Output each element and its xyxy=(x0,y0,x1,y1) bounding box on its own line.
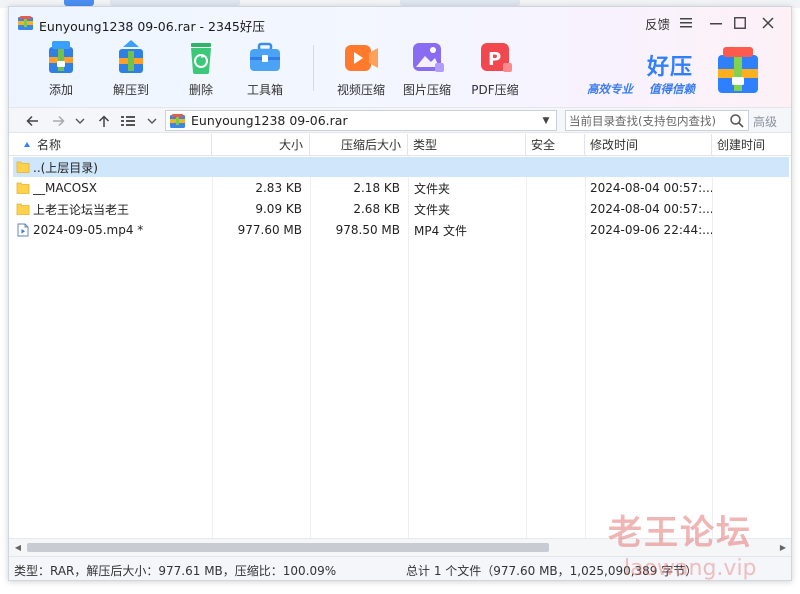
app-window: Eunyoung1238 09-06.rar - 2345好压 反馈 添加 解压… xyxy=(8,6,792,581)
add-archive-icon xyxy=(49,41,73,73)
folder-icon xyxy=(16,161,30,173)
file-name: __MACOSX xyxy=(33,181,98,195)
window-title: Eunyoung1238 09-06.rar - 2345好压 xyxy=(39,19,265,34)
svg-text:P: P xyxy=(488,49,501,70)
file-packed-size: 978.50 MB xyxy=(335,223,400,237)
extract-button[interactable]: 解压到 xyxy=(101,37,161,103)
file-list: 名称 大小 压缩后大小 类型 安全 修改时间 创建时间 ..(上层目录) __M… xyxy=(9,134,791,538)
column-label: 修改时间 xyxy=(590,138,639,152)
watermark-text: 老王论坛 xyxy=(608,513,752,553)
brand-slogan: 值得信赖 xyxy=(649,82,695,96)
column-header-name[interactable]: 名称 xyxy=(9,134,212,156)
file-name: 上老王论坛当老王 xyxy=(33,202,130,217)
column-label: 名称 xyxy=(37,138,62,152)
column-label: 安全 xyxy=(531,138,556,152)
extract-icon xyxy=(119,40,143,73)
navigation-bar: Eunyoung1238 09-06.rar ▼ 高级 xyxy=(9,107,791,133)
search-box[interactable] xyxy=(565,110,749,131)
file-packed-size: 2.18 KB xyxy=(353,181,400,195)
brand-area: 好压 高效专业 值得信赖 xyxy=(579,47,784,103)
minimize-icon[interactable] xyxy=(705,13,727,33)
search-input[interactable] xyxy=(569,111,729,130)
menu-icon[interactable] xyxy=(675,13,697,33)
maximize-icon[interactable] xyxy=(729,13,751,33)
back-icon[interactable] xyxy=(23,111,41,131)
column-header-modified[interactable]: 修改时间 xyxy=(585,134,712,156)
scroll-left-icon[interactable]: ◀ xyxy=(12,541,24,553)
up-directory-icon[interactable] xyxy=(95,111,113,131)
column-label: 类型 xyxy=(413,138,438,152)
column-header-type[interactable]: 类型 xyxy=(408,134,526,156)
search-icon[interactable] xyxy=(729,113,745,129)
path-text: Eunyoung1238 09-06.rar xyxy=(191,113,348,128)
add-button[interactable]: 添加 xyxy=(31,37,91,103)
table-row[interactable]: ..(上层目录) xyxy=(13,157,789,177)
advanced-search-button[interactable]: 高级 xyxy=(753,113,777,130)
image-compress-button[interactable]: 图片压缩 xyxy=(397,37,457,103)
folder-icon xyxy=(16,182,30,194)
extract-label: 解压到 xyxy=(112,83,149,97)
pdf-compress-button[interactable]: P PDF压缩 xyxy=(465,37,525,103)
brand-logo-icon xyxy=(718,47,758,93)
forward-icon[interactable] xyxy=(49,111,67,131)
file-modified: 2024-09-06 22:44:... xyxy=(590,223,712,237)
toolbox-label: 工具箱 xyxy=(246,83,283,97)
file-type: 文件夹 xyxy=(414,181,451,196)
scrollbar-thumb[interactable] xyxy=(27,543,549,552)
file-modified: 2024-08-04 00:57:... xyxy=(590,181,712,195)
archive-info: 类型：RAR，解压后大小：977.61 MB，压缩比：100.09% xyxy=(14,564,337,578)
path-dropdown-icon[interactable]: ▼ xyxy=(538,112,554,129)
image-compress-icon xyxy=(413,43,444,72)
pdf-compress-label: PDF压缩 xyxy=(471,83,519,97)
file-type: MP4 文件 xyxy=(414,223,468,238)
video-compress-button[interactable]: 视频压缩 xyxy=(331,37,391,103)
close-icon[interactable] xyxy=(757,13,779,33)
delete-button[interactable]: 删除 xyxy=(171,37,231,103)
add-label: 添加 xyxy=(48,83,73,97)
sort-up-icon xyxy=(24,141,30,147)
table-row[interactable]: 2024-09-05.mp4 * 977.60 MB 978.50 MB MP4… xyxy=(13,220,789,240)
table-row[interactable]: __MACOSX 2.83 KB 2.18 KB 文件夹 2024-08-04 … xyxy=(13,178,789,198)
history-dropdown-icon[interactable] xyxy=(71,111,89,131)
column-label: 大小 xyxy=(278,138,303,152)
app-icon xyxy=(18,16,33,30)
watermark-url: laowang.vip xyxy=(624,556,757,581)
file-size: 9.09 KB xyxy=(255,202,302,216)
image-compress-label: 图片压缩 xyxy=(402,83,451,97)
header: Eunyoung1238 09-06.rar - 2345好压 反馈 添加 解压… xyxy=(9,7,791,107)
delete-label: 删除 xyxy=(188,83,213,97)
feedback-button[interactable]: 反馈 xyxy=(645,13,670,33)
video-compress-label: 视频压缩 xyxy=(336,83,385,97)
view-mode-icon[interactable] xyxy=(119,111,137,131)
column-label: 创建时间 xyxy=(717,138,766,152)
title-bar[interactable]: Eunyoung1238 09-06.rar - 2345好压 反馈 xyxy=(9,7,791,37)
column-header-security[interactable]: 安全 xyxy=(526,134,585,156)
pdf-compress-icon: P xyxy=(481,43,512,72)
file-modified: 2024-08-04 00:57:... xyxy=(590,202,712,216)
column-label: 压缩后大小 xyxy=(340,138,401,152)
video-file-icon xyxy=(17,223,29,237)
toolbox-button[interactable]: 工具箱 xyxy=(235,37,295,103)
scroll-right-icon[interactable]: ▶ xyxy=(777,541,789,553)
file-name: ..(上层目录) xyxy=(33,160,98,175)
column-header-created[interactable]: 创建时间 xyxy=(712,134,791,156)
folder-icon xyxy=(16,203,30,215)
path-bar[interactable]: Eunyoung1238 09-06.rar ▼ xyxy=(165,110,557,131)
toolbar-divider xyxy=(313,45,314,91)
file-type: 文件夹 xyxy=(414,202,451,217)
file-name: 2024-09-05.mp4 * xyxy=(33,223,144,237)
column-header-size[interactable]: 大小 xyxy=(212,134,310,156)
file-packed-size: 2.68 KB xyxy=(353,202,400,216)
table-row[interactable]: 上老王论坛当老王 9.09 KB 2.68 KB 文件夹 2024-08-04 … xyxy=(13,199,789,219)
recycle-icon xyxy=(191,43,211,74)
column-header-packed-size[interactable]: 压缩后大小 xyxy=(310,134,408,156)
brand-slogan: 高效专业 xyxy=(587,82,633,96)
file-size: 2.83 KB xyxy=(255,181,302,195)
view-dropdown-icon[interactable] xyxy=(143,111,161,131)
toolbox-icon xyxy=(250,42,280,71)
video-compress-icon xyxy=(345,45,378,71)
brand-name: 好压 xyxy=(647,55,694,80)
archive-icon xyxy=(170,113,185,128)
file-size: 977.60 MB xyxy=(237,223,302,237)
